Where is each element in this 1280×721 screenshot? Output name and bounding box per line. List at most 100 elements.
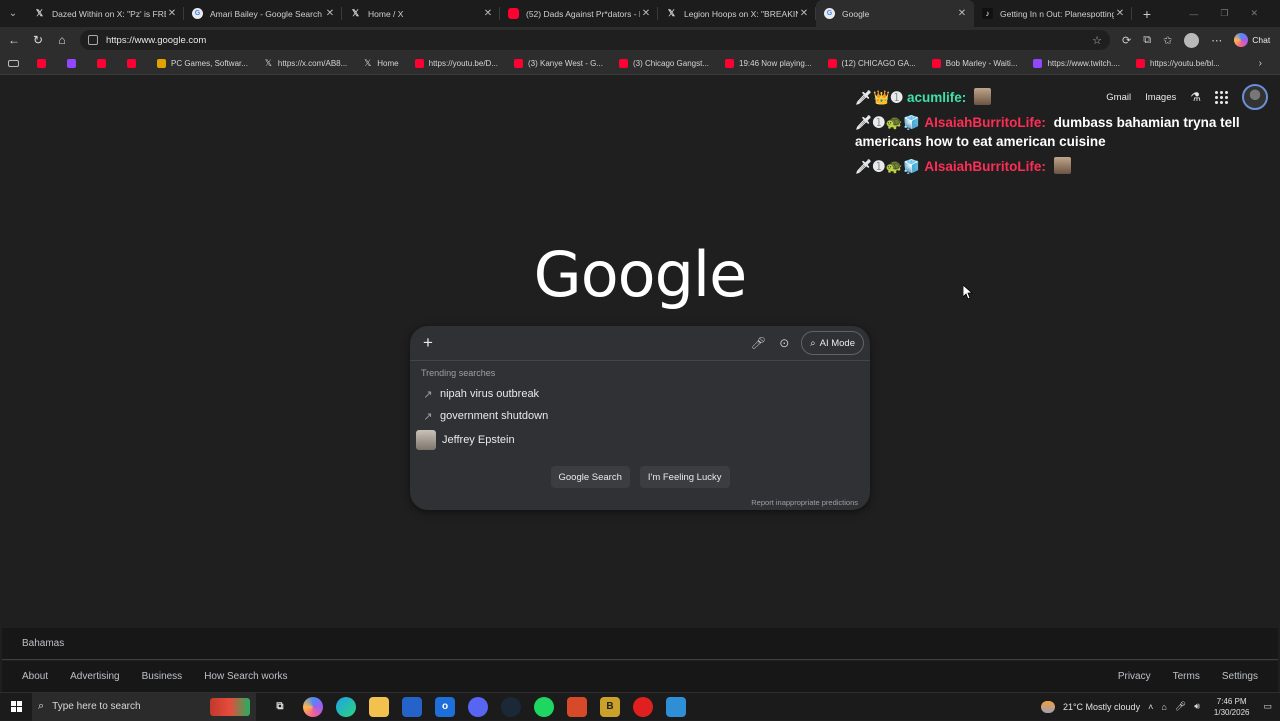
edge-icon[interactable]	[336, 696, 356, 717]
taskbar-search[interactable]: ⌕ Type here to search	[32, 692, 256, 721]
google-search-button[interactable]: Google Search	[550, 466, 630, 488]
browser-tab[interactable]: G Amari Bailey - Google Search ✕	[184, 0, 342, 27]
bookmark-item[interactable]	[97, 59, 111, 68]
site-info-icon[interactable]	[88, 35, 98, 45]
browser-tab-active[interactable]: G Google ✕	[816, 0, 974, 27]
suggestion-item[interactable]: Jeffrey Epstein	[416, 430, 856, 450]
weather-text[interactable]: 21°C Mostly cloudy	[1063, 702, 1140, 712]
search-input[interactable]	[446, 328, 746, 358]
youtube-icon	[827, 59, 837, 68]
clock[interactable]: 7:46 PM 1/30/2026	[1214, 696, 1250, 718]
x-icon: 𝕏	[351, 8, 360, 18]
chat-username: acumlife:	[907, 90, 967, 105]
footer-links: About Advertising Business How Search wo…	[2, 661, 1278, 692]
suggestion-item[interactable]: ↗ nipah virus outbreak	[416, 384, 856, 404]
bookmark-item[interactable]: https://youtu.be/bl...	[1135, 59, 1220, 68]
steam-icon[interactable]	[501, 696, 521, 717]
tab-actions-menu-button[interactable]: ⌄	[0, 0, 26, 27]
spotify-icon[interactable]	[534, 696, 554, 717]
bookmark-item[interactable]	[37, 59, 51, 68]
bookmark-item[interactable]: 19:46 Now playing...	[725, 59, 812, 68]
close-icon[interactable]: ✕	[482, 8, 494, 19]
ai-mode-label: AI Mode	[819, 337, 855, 349]
bookmark-item[interactable]	[67, 59, 81, 68]
browser-tab[interactable]: 𝕏 Dazed Within on X: "Pz' is FREE & ✕	[26, 0, 184, 27]
bookmark-item[interactable]: https://youtu.be/D...	[414, 59, 498, 68]
address-bar[interactable]: https://www.google.com ☆	[80, 30, 1110, 50]
bookmark-item[interactable]: (3) Kanye West - G...	[514, 59, 603, 68]
close-icon[interactable]: ✕	[324, 8, 336, 19]
app-icon[interactable]	[666, 696, 686, 717]
browser-tab[interactable]: (52) Dads Against Pr*dators - He ✕	[500, 0, 658, 27]
more-options-icon[interactable]: ⋯	[1211, 34, 1222, 47]
minimize-icon[interactable]: —	[1189, 9, 1198, 19]
microsoft-store-icon[interactable]	[402, 696, 422, 717]
taskbar-search-placeholder: Type here to search	[52, 701, 141, 712]
task-view-icon[interactable]: ⧉	[270, 697, 290, 717]
microphone-icon[interactable]: 🎤︎	[1175, 701, 1186, 712]
bookmark-item[interactable]: 𝕏 Home	[363, 58, 398, 68]
obs-icon[interactable]	[633, 696, 653, 717]
microphone-icon[interactable]: 🎤︎	[745, 336, 771, 350]
footer-link-terms[interactable]: Terms	[1173, 671, 1200, 682]
clock-time: 7:46 PM	[1216, 696, 1247, 706]
discord-icon[interactable]	[468, 696, 488, 717]
close-icon[interactable]: ✕	[1114, 8, 1126, 19]
youtube-icon	[725, 59, 735, 68]
close-icon[interactable]: ✕	[798, 8, 810, 19]
bookmark-item[interactable]	[127, 59, 141, 68]
weather-icon[interactable]	[1040, 700, 1055, 713]
bookmark-item[interactable]: PC Games, Softwar...	[157, 59, 248, 68]
report-predictions-link[interactable]: Report inappropriate predictions	[751, 498, 858, 507]
bookmark-label: (12) CHICAGO GA...	[841, 59, 916, 68]
start-button[interactable]	[0, 701, 32, 712]
b-app-icon[interactable]: B	[600, 696, 620, 717]
outlook-icon[interactable]: o	[435, 696, 455, 717]
notification-icon[interactable]: ▭	[1263, 701, 1272, 712]
copilot-chat-button[interactable]: Chat	[1234, 33, 1270, 47]
new-tab-button[interactable]: +	[1132, 0, 1162, 27]
refresh-button[interactable]: ↻	[26, 28, 50, 52]
footer-link-business[interactable]: Business	[142, 671, 183, 682]
footer-link-settings[interactable]: Settings	[1222, 671, 1258, 682]
ai-mode-button[interactable]: ⌕ AI Mode	[801, 331, 864, 355]
bookmark-item[interactable]: (3) Chicago Gangst...	[618, 59, 709, 68]
close-icon[interactable]: ✕	[640, 8, 652, 19]
close-window-icon[interactable]: ✕	[1250, 8, 1258, 19]
profile-icon[interactable]	[1184, 32, 1200, 48]
trending-icon: ↗	[423, 410, 433, 423]
suggestion-item[interactable]: ↗ government shutdown	[416, 406, 856, 426]
footer-link-how-search-works[interactable]: How Search works	[204, 671, 287, 682]
footer-link-about[interactable]: About	[22, 671, 48, 682]
footer-link-privacy[interactable]: Privacy	[1118, 671, 1151, 682]
back-button[interactable]: ←	[2, 28, 26, 52]
favorite-star-icon[interactable]: ☆	[1092, 34, 1102, 47]
close-icon[interactable]: ✕	[166, 8, 178, 19]
chevron-right-icon[interactable]: ›	[1259, 58, 1262, 69]
browser-tab[interactable]: 𝕏 Legion Hoops on X: "BREAKING: I ✕	[658, 0, 816, 27]
copilot-icon[interactable]	[303, 696, 323, 717]
bookmark-item[interactable]: Bob Marley - Waiti...	[931, 59, 1017, 68]
close-icon[interactable]: ✕	[956, 8, 968, 19]
footer-link-advertising[interactable]: Advertising	[70, 671, 119, 682]
bookmark-item[interactable]: 𝕏https://x.com/AB8...	[264, 58, 348, 68]
network-icon[interactable]: ⌂	[1161, 702, 1166, 712]
app-icon[interactable]	[567, 696, 587, 717]
maximize-icon[interactable]: ❐	[1220, 8, 1228, 19]
stream-chat-overlay: 🗡👑➊ acumlife: 🗡➊🐢🧊 AIsaiahBurritoLife: d…	[855, 88, 1255, 182]
browser-tab[interactable]: ♪ Getting In n Out: Planespotting ar ✕	[974, 0, 1132, 27]
volume-icon[interactable]: 🔊︎	[1194, 701, 1200, 712]
chevron-up-icon[interactable]: ˄	[1148, 702, 1153, 712]
favorites-icon[interactable]: ✩	[1163, 34, 1172, 47]
browser-tab[interactable]: 𝕏 Home / X ✕	[342, 0, 500, 27]
file-explorer-icon[interactable]	[369, 696, 389, 717]
reading-mode-icon[interactable]	[8, 60, 19, 67]
plus-icon[interactable]: +	[410, 333, 446, 353]
bookmark-item[interactable]: (12) CHICAGO GA...	[827, 59, 916, 68]
home-button[interactable]: ⌂	[50, 28, 74, 52]
bookmark-item[interactable]: https://www.twitch....	[1033, 59, 1120, 68]
split-screen-icon[interactable]: ⧉	[1143, 34, 1151, 47]
google-lens-icon[interactable]: ⊙	[771, 336, 797, 350]
extensions-icon[interactable]: ⟳	[1122, 34, 1131, 47]
feeling-lucky-button[interactable]: I'm Feeling Lucky	[639, 466, 730, 488]
